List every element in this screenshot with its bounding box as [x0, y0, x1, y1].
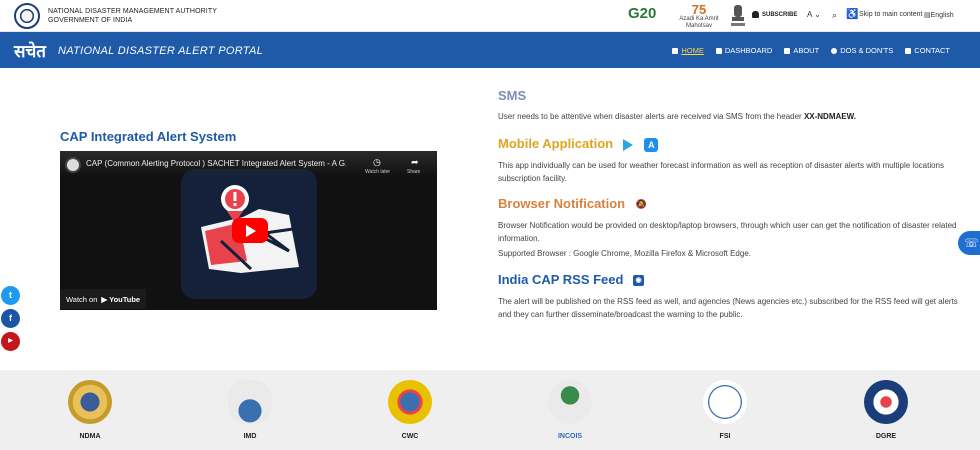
rss-feed-heading: India CAP RSS Feed ◉: [498, 272, 645, 287]
partner-name: INCOIS: [557, 433, 583, 440]
video-title[interactable]: CAP (Common Alerting Protocol ) SACHET I…: [86, 159, 346, 168]
g20-text: G20: [628, 5, 657, 22]
dashboard-icon: [715, 47, 722, 54]
nav-contact-label: CONTACT: [914, 46, 950, 55]
ndma-emblem-icon[interactable]: [14, 3, 40, 29]
sms-heading: SMS: [498, 88, 527, 103]
sms-description: User needs to be attentive when disaster…: [498, 112, 804, 121]
cwc-logo: [388, 380, 432, 424]
partner-name: DGRE: [875, 433, 897, 440]
twitter-icon[interactable]: t: [1, 286, 20, 305]
mobile-application-text: This app individually can be used for we…: [498, 161, 944, 183]
partner-name: IMD: [243, 433, 257, 440]
incois-logo: [548, 380, 592, 424]
browser-notification-text: Browser Notification would be provided o…: [498, 221, 957, 243]
watch-later-label: Watch later: [365, 169, 391, 175]
dgre-logo: [864, 380, 908, 424]
partner-imd[interactable]: IMD: [220, 380, 280, 440]
ndma-logo: [68, 380, 112, 424]
play-button-icon[interactable]: [232, 218, 268, 243]
org-name-line2: GOVERNMENT OF INDIA: [48, 17, 133, 24]
youtube-icon[interactable]: ▶: [1, 332, 20, 351]
azadi-ka-amrit-mahotsav-logo[interactable]: 75 Azadi Ka Amrit Mahotsav: [675, 3, 723, 29]
language-label: English: [930, 12, 954, 19]
chevron-down-icon: ⌄: [814, 10, 821, 19]
top-utility-bar: NATIONAL DISASTER MANAGEMENT AUTHORITY G…: [0, 0, 980, 32]
font-size-label: A: [807, 10, 812, 19]
rss-icon[interactable]: ◉: [633, 275, 645, 287]
cap-section-heading: CAP Integrated Alert System: [60, 129, 237, 144]
rss-feed-text: The alert will be published on the RSS f…: [498, 297, 958, 319]
partner-cwc[interactable]: CWC: [380, 380, 440, 440]
nav-dos-donts[interactable]: DOS & DON'TS: [831, 46, 893, 55]
sms-header-code: XX-NDMAEW.: [803, 112, 856, 121]
mobile-heading-label: Mobile Application: [498, 136, 614, 151]
subscribe-label: SUBSCRIBE: [762, 11, 798, 18]
sms-text: User needs to be attentive when disaster…: [498, 111, 968, 124]
phone-icon[interactable]: ☏: [958, 231, 980, 255]
app-store-icon[interactable]: A: [644, 137, 659, 152]
share-icon[interactable]: ➦: [411, 157, 419, 168]
bell-icon: [752, 11, 759, 18]
partner-name: NDMA: [79, 433, 101, 440]
watch-on-youtube-button[interactable]: Watch on ▶ YouTube: [60, 289, 147, 309]
notification-bell-icon[interactable]: 🔕: [636, 199, 647, 210]
share-label: Share: [407, 169, 421, 175]
mobile-application-heading: Mobile Application A: [498, 136, 659, 152]
fsi-logo: [703, 380, 747, 424]
rss-heading-label: India CAP RSS Feed: [498, 272, 624, 287]
partner-logos-footer: NDMA IMD CWC INCOIS FSI DGRE: [0, 370, 980, 450]
search-icon[interactable]: ⌕: [832, 10, 837, 21]
partner-name: FSI: [719, 433, 731, 440]
nav-dashboard-label: DASHBOARD: [724, 46, 773, 55]
partner-ndma[interactable]: NDMA: [60, 380, 120, 440]
info-icon: [831, 47, 838, 54]
nav-contact[interactable]: CONTACT: [905, 46, 950, 55]
skip-to-main-content-link[interactable]: Skip to main content: [859, 11, 922, 18]
nav-menu: HOME DASHBOARD ABOUT DOS & DON'TS CONTAC…: [672, 46, 950, 55]
nav-home-label: HOME: [681, 46, 704, 55]
subscribe-button[interactable]: SUBSCRIBE: [752, 11, 797, 18]
nav-dashboard[interactable]: DASHBOARD: [715, 46, 773, 55]
channel-avatar[interactable]: [65, 157, 81, 173]
nav-home[interactable]: HOME: [672, 46, 704, 55]
font-size-dropdown[interactable]: A ⌄: [807, 10, 821, 19]
youtube-video-embed[interactable]: CAP (Common Alerting Protocol ) SACHET I…: [60, 151, 437, 310]
org-name[interactable]: NATIONAL DISASTER MANAGEMENT AUTHORITY G…: [48, 7, 217, 25]
google-play-icon[interactable]: [622, 138, 633, 151]
nav-dos-donts-label: DOS & DON'TS: [840, 46, 894, 55]
azadi-number: 75: [691, 2, 707, 17]
browser-heading-label: Browser Notification: [498, 196, 626, 211]
main-navbar: सचेत NATIONAL DISASTER ALERT PORTAL HOME…: [0, 32, 980, 68]
portal-title[interactable]: NATIONAL DISASTER ALERT PORTAL: [58, 45, 263, 57]
imd-logo: [228, 380, 272, 424]
watch-on-label: Watch on: [66, 294, 98, 304]
nav-about[interactable]: ABOUT: [784, 46, 819, 55]
contact-icon: [905, 47, 912, 54]
azadi-text: Azadi Ka Amrit Mahotsav: [679, 16, 719, 29]
partner-name: CWC: [401, 433, 419, 440]
youtube-logo: ▶ YouTube: [101, 294, 141, 304]
browser-notification-heading: Browser Notification 🔕: [498, 196, 647, 211]
partner-fsi[interactable]: FSI: [695, 380, 755, 440]
supported-browsers-text: Supported Browser : Google Chrome, Mozil…: [498, 249, 751, 258]
partner-dgre[interactable]: DGRE: [856, 380, 916, 440]
sachet-logo-hindi[interactable]: सचेत: [14, 39, 46, 62]
partner-incois[interactable]: INCOIS: [540, 380, 600, 440]
home-icon: [672, 47, 679, 54]
org-name-line1: NATIONAL DISASTER MANAGEMENT AUTHORITY: [48, 8, 217, 15]
clock-icon[interactable]: ◷: [373, 157, 381, 168]
language-selector[interactable]: ▤English: [924, 11, 954, 19]
facebook-icon[interactable]: f: [1, 309, 20, 328]
g20-logo[interactable]: G20: [628, 5, 656, 22]
translate-icon: ▤: [924, 12, 931, 19]
nav-about-label: ABOUT: [793, 46, 820, 55]
youtube-label: YouTube: [109, 294, 141, 304]
accessibility-icon[interactable]: ♿: [846, 9, 858, 20]
about-icon: [784, 47, 791, 54]
national-emblem-icon: [731, 5, 745, 26]
